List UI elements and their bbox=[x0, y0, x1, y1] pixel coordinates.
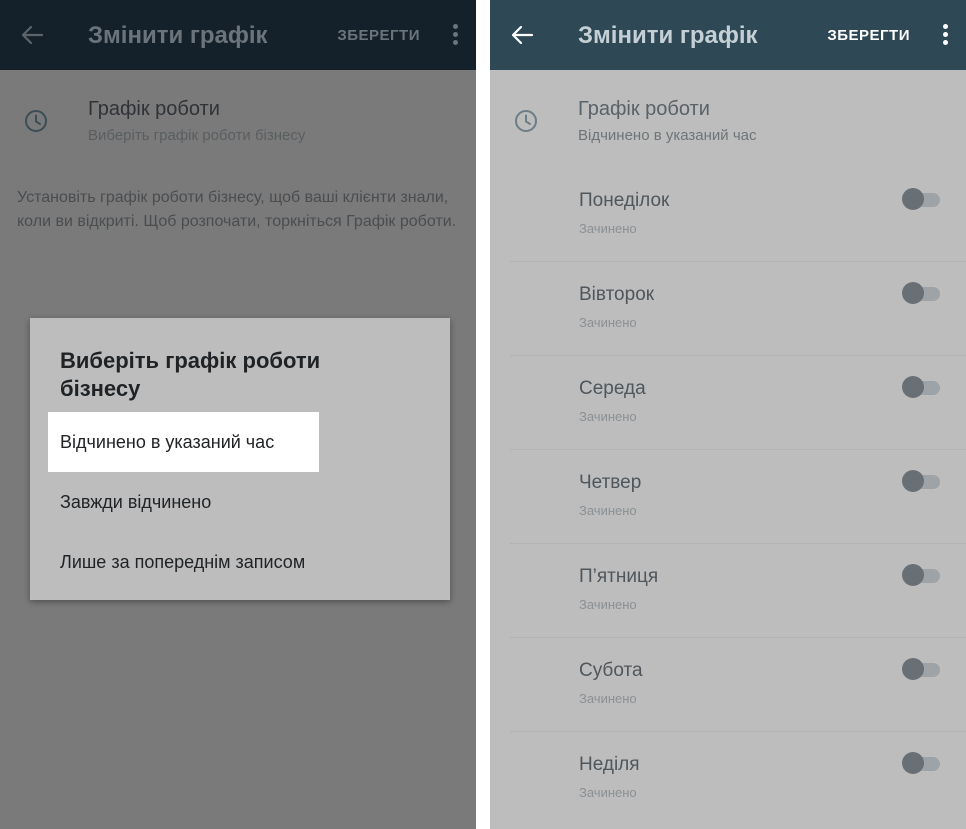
arrow-back-icon[interactable] bbox=[510, 24, 534, 46]
save-button[interactable]: ЗБЕРЕГТИ bbox=[827, 27, 910, 44]
day-toggle[interactable] bbox=[902, 469, 944, 493]
day-toggle[interactable] bbox=[902, 187, 944, 211]
day-name: Понеділок bbox=[579, 190, 670, 211]
day-name: Середа bbox=[579, 378, 646, 399]
schedule-title[interactable]: Графік роботи bbox=[88, 98, 220, 121]
day-status: Зачинено bbox=[579, 597, 637, 612]
option-open-hours[interactable]: Відчинено в указаний час bbox=[48, 412, 319, 472]
schedule-subtitle: Відчинено в указаний час bbox=[578, 127, 757, 144]
day-toggle[interactable] bbox=[902, 751, 944, 775]
day-name: Неділя bbox=[579, 754, 640, 775]
option-always-open[interactable]: Завжди відчинено bbox=[48, 472, 319, 532]
day-name: Субота bbox=[579, 660, 643, 681]
day-name: Вівторок bbox=[579, 284, 655, 305]
day-toggle[interactable] bbox=[902, 657, 944, 681]
day-status: Зачинено bbox=[579, 785, 637, 800]
app-bar: Змінити графік ЗБЕРЕГТИ bbox=[490, 0, 966, 70]
day-toggle[interactable] bbox=[902, 375, 944, 399]
day-name: Четвер bbox=[579, 472, 642, 493]
day-row-tuesday[interactable]: Вівторок Зачинено bbox=[510, 262, 966, 356]
day-status: Зачинено bbox=[579, 503, 637, 518]
more-vert-icon[interactable] bbox=[942, 24, 948, 46]
day-status: Зачинено bbox=[579, 221, 637, 236]
schedule-title[interactable]: Графік роботи bbox=[578, 98, 710, 121]
option-by-appointment[interactable]: Лише за попереднім записом bbox=[48, 532, 378, 592]
schedule-subtitle: Виберіть графік роботи бізнесу bbox=[88, 127, 306, 144]
arrow-back-icon[interactable] bbox=[20, 24, 44, 46]
day-row-saturday[interactable]: Субота Зачинено bbox=[510, 638, 966, 732]
clock-icon bbox=[25, 110, 47, 132]
day-toggle[interactable] bbox=[902, 281, 944, 305]
day-status: Зачинено bbox=[579, 691, 637, 706]
screen-right: Змінити графік ЗБЕРЕГТИ Графік роботи Ві… bbox=[490, 0, 966, 829]
day-name: П’ятниця bbox=[579, 566, 659, 587]
page-title: Змінити графік bbox=[88, 22, 268, 49]
save-button[interactable]: ЗБЕРЕГТИ bbox=[337, 27, 420, 44]
day-toggle[interactable] bbox=[902, 563, 944, 587]
page-title: Змінити графік bbox=[578, 22, 758, 49]
day-row-thursday[interactable]: Четвер Зачинено bbox=[510, 450, 966, 544]
day-row-monday[interactable]: Понеділок Зачинено bbox=[510, 168, 966, 262]
more-vert-icon[interactable] bbox=[452, 24, 458, 46]
helper-text: Установіть графік роботи бізнесу, щоб ва… bbox=[17, 189, 457, 230]
dialog-title: Виберіть графік роботи бізнесу bbox=[60, 348, 321, 401]
day-row-wednesday[interactable]: Середа Зачинено bbox=[510, 356, 966, 450]
schedule-dialog: Виберіть графік роботи бізнесу Відчинено… bbox=[30, 318, 450, 600]
clock-icon bbox=[515, 110, 537, 132]
day-status: Зачинено bbox=[579, 409, 637, 424]
app-bar: Змінити графік ЗБЕРЕГТИ bbox=[0, 0, 476, 70]
day-row-sunday[interactable]: Неділя Зачинено bbox=[510, 732, 966, 826]
day-status: Зачинено bbox=[579, 315, 637, 330]
day-row-friday[interactable]: П’ятниця Зачинено bbox=[510, 544, 966, 638]
screen-left: Змінити графік ЗБЕРЕГТИ Графік роботи Ви… bbox=[0, 0, 476, 829]
